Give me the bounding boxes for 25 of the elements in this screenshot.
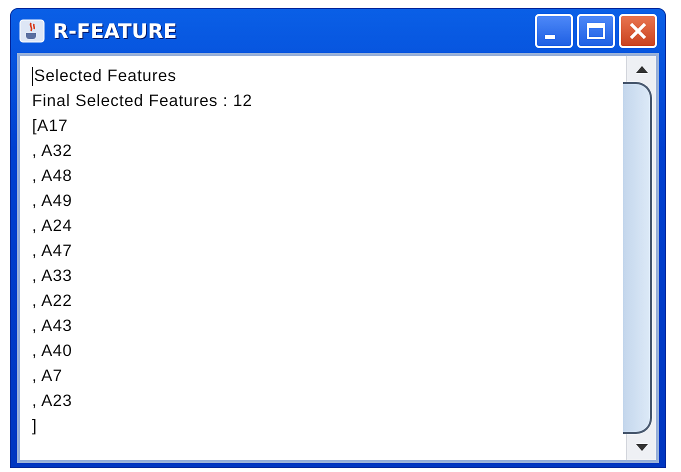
text-line: , A47: [32, 241, 72, 262]
minimize-icon: [545, 35, 555, 39]
text-line: , A33: [32, 266, 72, 287]
text-line: , A23: [32, 391, 72, 412]
text-line: , A48: [32, 166, 72, 187]
text-line: , A22: [32, 291, 72, 312]
cup-icon: [19, 19, 45, 43]
close-button[interactable]: [619, 14, 657, 48]
text-line: , A32: [32, 141, 72, 162]
text-line: , A43: [32, 316, 72, 337]
text-line: [A17: [32, 116, 68, 137]
maximize-button[interactable]: [577, 14, 615, 48]
window-title: R-FEATURE: [53, 19, 178, 43]
text-line: ]: [32, 416, 38, 437]
minimize-button[interactable]: [535, 14, 573, 48]
scrollbar-thumb[interactable]: [623, 82, 652, 434]
text-line: Final Selected Features : 12: [32, 91, 252, 112]
text-line: , A7: [32, 366, 62, 387]
maximize-icon: [584, 20, 608, 42]
text-line: , A40: [32, 341, 72, 362]
text-line: Selected Features: [34, 66, 176, 87]
text-cursor: [32, 67, 33, 86]
scrollbar[interactable]: [626, 56, 656, 460]
text-line: , A24: [32, 216, 72, 237]
text-line: , A49: [32, 191, 72, 212]
